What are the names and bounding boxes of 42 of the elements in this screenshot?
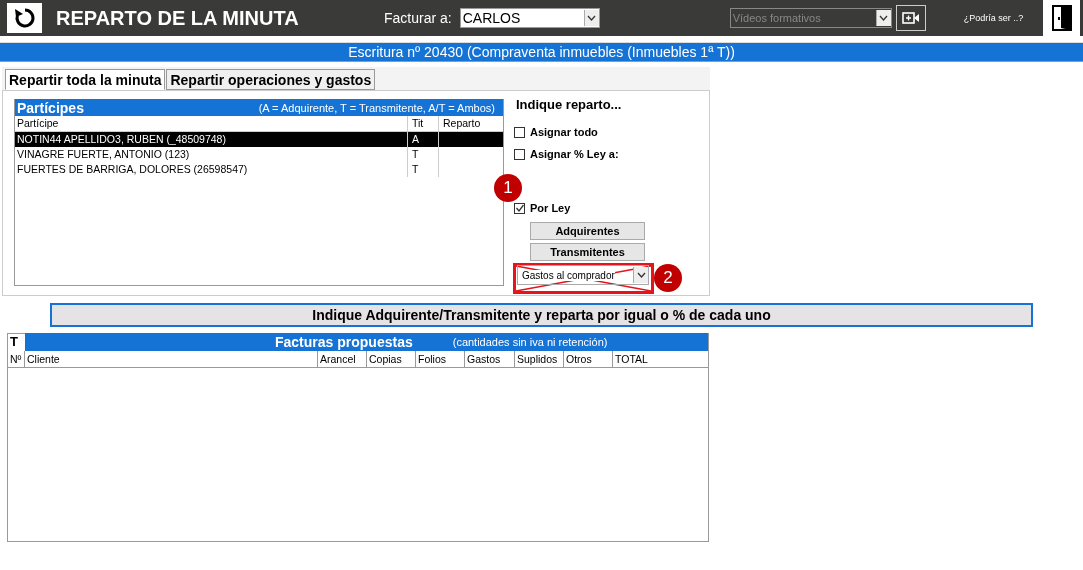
video-camera-button[interactable]: [895, 5, 926, 31]
exit-button[interactable]: [1043, 0, 1080, 36]
column-header: Gastos: [465, 351, 515, 367]
column-header: Nº: [8, 351, 25, 367]
column-header: TOTAL: [614, 352, 649, 367]
column-header: Partícipe: [16, 116, 60, 131]
page-title: REPARTO DE LA MINUTA: [56, 6, 300, 30]
column-header: Copias: [367, 351, 416, 367]
expenses-dropdown[interactable]: Gastos al comprador: [517, 265, 649, 285]
checkbox[interactable]: Asignar % Ley a:: [514, 143, 619, 165]
participant-row[interactable]: VINAGRE FUERTE, ANTONIO (123) T: [15, 147, 503, 162]
door-icon: [1050, 4, 1073, 32]
column-header: Cliente: [25, 351, 318, 367]
instruction-banner: Indique Adquirente/Transmitente y reparta por igual o % de cada uno: [50, 303, 1033, 327]
caret-icon: [875, 10, 891, 26]
column-header: Otros: [564, 351, 613, 367]
section-heading: Indique reparto...: [516, 97, 622, 112]
option-button[interactable]: Adquirentes: [530, 222, 645, 240]
tab[interactable]: Repartir operaciones y gastos: [166, 69, 376, 90]
bill-to-label: Facturar a:: [384, 10, 452, 26]
table-note: (cantidades sin iva ni retención): [452, 336, 608, 348]
tab[interactable]: Repartir toda la minuta: [5, 69, 166, 90]
column-header: Reparto: [438, 116, 503, 131]
column-header: Suplidos: [515, 351, 564, 367]
list-title: Partícipes: [17, 99, 84, 116]
help-link[interactable]: ¿Podría ser ..?: [963, 13, 1024, 23]
column-header: Arancel: [318, 351, 367, 367]
table-title: Facturas propuestas: [275, 334, 413, 350]
checkmark-icon: [515, 203, 524, 213]
checkbox[interactable]: Asignar todo: [514, 121, 598, 143]
column-header: Folios: [416, 351, 465, 367]
refresh-button[interactable]: [7, 3, 42, 33]
legend-text: (A = Adquirente, T = Transmitente, A/T = Ambos): [258, 101, 495, 114]
participant-row[interactable]: NOTIN44 APELLIDO3, RUBEN (_48509748) A: [15, 132, 503, 147]
video-camera-icon: [901, 11, 920, 25]
caret-icon: [583, 10, 599, 26]
option-button[interactable]: Transmitentes: [530, 243, 645, 261]
deed-bar: Escritura nº 20430 (Compraventa inmuebles (Inmuebles 1ª T)): [0, 42, 1083, 62]
caret-icon: [633, 267, 648, 283]
column-header: Tit: [407, 116, 438, 131]
refresh-icon: [12, 6, 37, 30]
bill-to-dropdown[interactable]: CARLOS: [459, 8, 600, 28]
